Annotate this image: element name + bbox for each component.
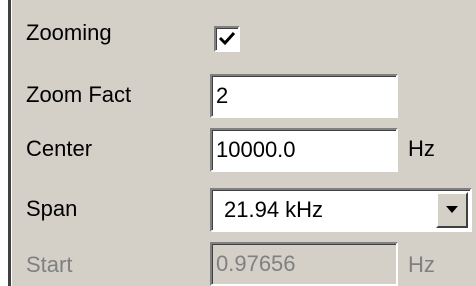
start-input: 0.97656 (210, 242, 398, 286)
chevron-down-icon (446, 206, 458, 213)
panel-left-border (0, 0, 12, 286)
span-select[interactable]: 21.94 kHz (210, 188, 472, 232)
zooming-checkbox[interactable] (214, 26, 240, 52)
zoom-fact-input[interactable]: 2 (210, 74, 398, 118)
start-unit: Hz (408, 252, 435, 277)
start-label: Start (26, 252, 73, 277)
zooming-label: Zooming (26, 20, 112, 45)
span-value: 21.94 kHz (224, 197, 324, 222)
center-label: Center (26, 136, 93, 161)
zoom-fact-label: Zoom Fact (26, 82, 132, 107)
center-input[interactable]: 10000.0 (210, 128, 398, 172)
center-unit: Hz (408, 136, 435, 161)
checkmark-icon (218, 31, 236, 46)
span-label: Span (26, 196, 78, 221)
span-dropdown-button[interactable] (436, 192, 468, 228)
